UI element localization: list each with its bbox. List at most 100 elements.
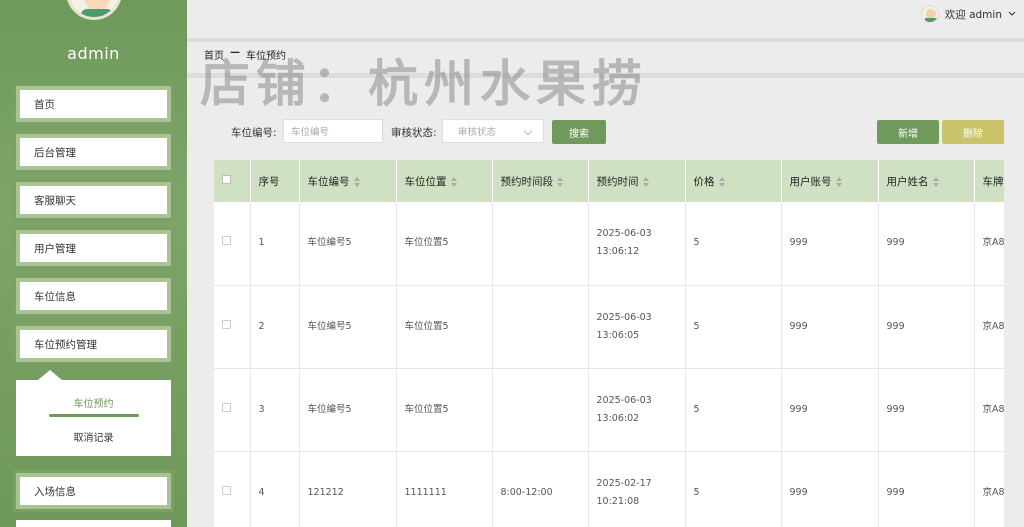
cell-location: 1111111	[396, 451, 493, 527]
user-menu[interactable]: 欢迎 admin	[920, 5, 1016, 23]
add-button[interactable]: 新增	[877, 120, 939, 144]
sort-icon[interactable]	[932, 176, 939, 187]
submenu-item-cancel-records[interactable]: 取消记录	[16, 429, 171, 444]
user-avatar-icon	[920, 5, 939, 23]
submenu: 车位预约 取消记录	[16, 370, 171, 456]
code-search-input[interactable]: 车位编号	[283, 119, 383, 143]
table-row[interactable]: 3 车位编号5 车位位置5 2025-06-03 13:06:02 5 999 …	[214, 368, 1004, 452]
welcome-text: 欢迎 admin	[944, 8, 1002, 21]
avatar-collar	[81, 9, 113, 17]
select-all-checkbox[interactable]	[222, 175, 231, 184]
column-header-no: 序号	[250, 160, 300, 202]
cell-location: 车位位置5	[396, 285, 493, 369]
cell-name: 999	[878, 285, 975, 369]
cell-name: 999	[878, 368, 975, 452]
cell-plate: 京A8	[974, 285, 1004, 369]
column-header-price[interactable]: 价格	[685, 160, 782, 202]
table-header-row: 序号 车位编号 车位位置 预约时间段 预约时间 价格 用户账号 用户姓名 车牌	[214, 160, 1004, 202]
column-header-period[interactable]: 预约时间段	[492, 160, 589, 202]
sidebar-item-label: 用户管理	[34, 242, 76, 255]
chevron-down-icon	[1008, 11, 1016, 16]
avatar[interactable]	[66, 0, 122, 20]
chevron-down-icon	[523, 126, 533, 136]
row-checkbox[interactable]	[222, 319, 231, 329]
sidebar-item-users[interactable]: 用户管理	[16, 230, 171, 266]
cell-plate: 京A8	[974, 368, 1004, 452]
code-label: 车位编号:	[231, 127, 277, 139]
cell-period	[492, 285, 589, 369]
sidebar-item-booking-manage[interactable]: 车位预约管理	[16, 326, 171, 362]
cell-code: 车位编号5	[299, 285, 397, 369]
submenu-item-booking[interactable]: 车位预约	[16, 395, 171, 410]
sort-icon[interactable]	[353, 176, 360, 187]
column-header-time[interactable]: 预约时间	[588, 160, 686, 202]
sort-icon[interactable]	[835, 176, 842, 187]
cell-code: 车位编号5	[299, 202, 397, 286]
status-select-placeholder: 审核状态	[458, 127, 497, 138]
sidebar-item-label: 车位预约管理	[34, 338, 97, 351]
delete-button[interactable]: 删除	[942, 120, 1004, 144]
sidebar-item-entry-info[interactable]: 入场信息	[16, 473, 171, 509]
sidebar-item-backend[interactable]: 后台管理	[16, 134, 171, 170]
sidebar-item-label: 车位信息	[34, 290, 76, 303]
sort-icon[interactable]	[450, 176, 457, 187]
cell-time: 2025-06-03 13:06:02	[588, 368, 686, 452]
banner-divider	[187, 38, 1024, 42]
table-row[interactable]: 2 车位编号5 车位位置5 2025-06-03 13:06:05 5 999 …	[214, 285, 1004, 369]
cell-name: 999	[878, 202, 975, 286]
cell-account: 999	[781, 451, 879, 527]
column-header-code[interactable]: 车位编号	[299, 160, 397, 202]
cell-price: 5	[685, 451, 782, 527]
table-row[interactable]: 4 121212 1111111 8:00-12:00 2025-02-17 1…	[214, 451, 1004, 527]
sort-icon[interactable]	[718, 176, 725, 187]
cell-no: 4	[250, 451, 300, 527]
table-row[interactable]: 1 车位编号5 车位位置5 2025-06-03 13:06:12 5 999 …	[214, 202, 1004, 286]
breadcrumb-home[interactable]: 首页	[204, 47, 224, 62]
sidebar-item-home[interactable]: 首页	[16, 86, 171, 122]
status-select[interactable]: 审核状态	[442, 119, 544, 143]
cell-code: 车位编号5	[299, 368, 397, 452]
cell-price: 5	[685, 285, 782, 369]
sidebar-item-chat[interactable]: 客服聊天	[16, 182, 171, 218]
row-select-cell[interactable]	[214, 368, 251, 452]
column-header-location[interactable]: 车位位置	[396, 160, 493, 202]
row-checkbox[interactable]	[222, 236, 231, 246]
cell-location: 车位位置5	[396, 202, 493, 286]
column-header-account[interactable]: 用户账号	[781, 160, 879, 202]
cell-account: 999	[781, 202, 879, 286]
cell-period: 8:00-12:00	[492, 451, 589, 527]
sidebar-item-label: 后台管理	[34, 146, 76, 159]
cell-price: 5	[685, 368, 782, 452]
search-button[interactable]: 搜索	[552, 120, 606, 144]
row-checkbox[interactable]	[222, 485, 231, 495]
cell-account: 999	[781, 368, 879, 452]
status-label: 审核状态:	[391, 127, 437, 139]
breadcrumb-current: 车位预约	[246, 51, 286, 62]
cell-no: 1	[250, 202, 300, 286]
cell-name: 999	[878, 451, 975, 527]
cell-time: 2025-02-17 10:21:08	[588, 451, 686, 527]
sidebar-next-item-edge	[16, 520, 171, 527]
cell-time: 2025-06-03 13:06:12	[588, 202, 686, 286]
sidebar-item-label: 首页	[34, 98, 55, 111]
breadcrumb-separator: —	[230, 47, 240, 58]
select-all-cell[interactable]	[214, 160, 251, 202]
topbar: 欢迎 admin	[187, 0, 1024, 30]
row-checkbox[interactable]	[222, 402, 231, 412]
row-select-cell[interactable]	[214, 451, 251, 527]
sort-icon[interactable]	[642, 176, 649, 187]
breadcrumb: 首页 — 车位预约	[204, 47, 286, 62]
cell-price: 5	[685, 202, 782, 286]
sidebar: admin 首页 后台管理 客服聊天 用户管理 车位信息 车位预约管理 车位预约…	[0, 0, 187, 527]
cell-plate: 京A8	[974, 451, 1004, 527]
cell-period	[492, 202, 589, 286]
sort-icon[interactable]	[557, 176, 563, 187]
row-select-cell[interactable]	[214, 202, 251, 286]
column-header-name[interactable]: 用户姓名	[878, 160, 975, 202]
code-search-placeholder: 车位编号	[291, 127, 330, 138]
row-select-cell[interactable]	[214, 285, 251, 369]
sidebar-item-label: 入场信息	[34, 485, 76, 498]
sidebar-item-parking-info[interactable]: 车位信息	[16, 278, 171, 314]
sidebar-item-label: 客服聊天	[34, 194, 76, 207]
cell-location: 车位位置5	[396, 368, 493, 452]
